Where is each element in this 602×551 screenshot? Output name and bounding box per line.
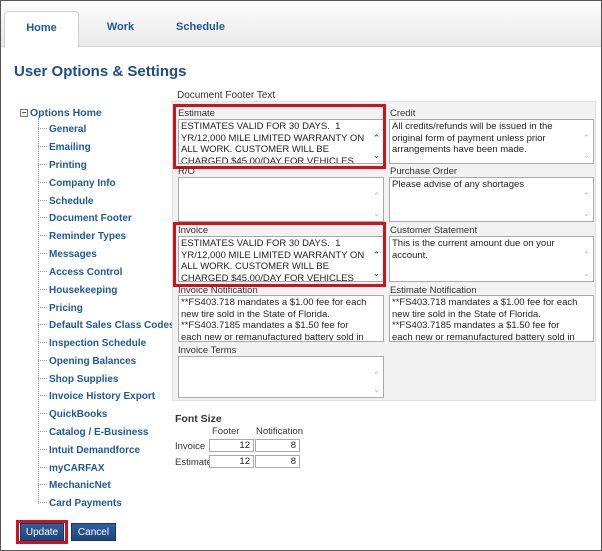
tab-bar: Home Work Schedule [1,1,601,48]
invoice-notification-text: **FS403.718 mandates a $1.00 fee for eac… [181,297,367,342]
font-size-notification-header: Notification [256,426,303,437]
tree-item-card-payments[interactable]: Card Payments [38,498,178,512]
invoice-terms-label: Invoice Terms [178,345,237,356]
tree-item-opening-balances[interactable]: Opening Balances [38,356,178,370]
tree-item-housekeeping[interactable]: Housekeeping [38,285,178,299]
tree-item-general[interactable]: General [38,124,178,138]
scroll-up-icon[interactable]: ⌃ [372,251,381,260]
tree-root-options-home[interactable]: − Options Home [20,107,102,119]
tree-item-mycarfax[interactable]: myCARFAX [38,463,178,477]
cancel-button[interactable]: Cancel [71,523,116,541]
credit-footer-text: All credits/refunds will be issued in th… [392,121,556,155]
scroll-up-icon[interactable]: ⌃ [582,134,591,143]
tree-item-intuit-demandforce[interactable]: Intuit Demandforce [38,445,178,459]
collapse-icon[interactable]: − [20,109,28,117]
document-footer-text-label: Document Footer Text [177,90,276,101]
tree-item-company-info[interactable]: Company Info [38,178,178,192]
scroll-up-icon[interactable]: ⌃ [372,134,381,143]
tree-item-printing[interactable]: Printing [38,160,178,174]
tree-item-invoice-history-export[interactable]: Invoice History Export [38,391,178,405]
invoice-notification-textarea[interactable]: **FS403.718 mandates a $1.00 fee for eac… [178,295,384,342]
scroll-down-icon[interactable]: ⌄ [582,209,591,218]
page-title: User Options & Settings [14,63,187,80]
credit-label: Credit [390,108,416,119]
tree-item-document-footer[interactable]: Document Footer [38,213,178,227]
purchase-order-label: Purchase Order [390,166,458,177]
scroll-up-icon[interactable]: ⌃ [372,371,381,380]
invoice-label: Invoice [178,225,209,236]
invoice-notification-font-size-input[interactable]: 8 [255,439,300,452]
scroll-down-icon[interactable]: ⌄ [372,269,381,278]
tree-root-label: Options Home [30,107,102,119]
tree-item-reminder-types[interactable]: Reminder Types [38,231,178,245]
tab-work[interactable]: Work [83,11,158,48]
scroll-down-icon[interactable]: ⌄ [582,151,591,160]
tree-item-pricing[interactable]: Pricing [38,303,178,317]
tree-item-emailing[interactable]: Emailing [38,142,178,156]
scroll-down-icon[interactable]: ⌄ [372,385,381,394]
tree-item-quickbooks[interactable]: QuickBooks [38,409,178,423]
estimate-notification-font-size-input[interactable]: 8 [255,455,300,468]
scroll-up-icon[interactable]: ⌃ [582,251,591,260]
ro-footer-textarea[interactable]: ⌃ ⌄ [178,177,384,222]
font-size-estimate-label: Estimate [175,457,212,468]
customer-statement-footer-text: This is the current amount due on your a… [392,238,558,261]
credit-footer-textarea[interactable]: All credits/refunds will be issued in th… [389,119,594,164]
purchase-order-footer-text: Please advise of any shortages [392,179,525,190]
update-button[interactable]: Update [20,523,64,541]
tab-home[interactable]: Home [4,11,79,48]
estimate-notification-text: **FS403.718 mandates a $1.00 fee for eac… [392,297,578,342]
ro-label: R/O [178,166,195,177]
scroll-down-icon[interactable]: ⌄ [582,269,591,278]
invoice-footer-text: ESTIMATES VALID FOR 30 DAYS. 1 YR/12,000… [181,238,365,282]
estimate-footer-text: ESTIMATES VALID FOR 30 DAYS. 1 YR/12,000… [181,121,365,164]
tree-item-messages[interactable]: Messages [38,249,178,263]
tree-item-access-control[interactable]: Access Control [38,267,178,281]
estimate-footer-textarea[interactable]: ESTIMATES VALID FOR 30 DAYS. 1 YR/12,000… [178,119,384,164]
tree-item-default-sales-class-codes[interactable]: Default Sales Class Codes [38,320,178,334]
customer-statement-footer-textarea[interactable]: This is the current amount due on your a… [389,236,594,282]
scroll-down-icon[interactable]: ⌄ [372,151,381,160]
customer-statement-label: Customer Statement [390,225,478,236]
tree-item-mechanicnet[interactable]: MechanicNet [38,480,178,494]
invoice-terms-textarea[interactable]: ⌃ ⌄ [178,356,384,398]
font-size-title: Font Size [175,413,222,425]
scroll-up-icon[interactable]: ⌃ [372,192,381,201]
font-size-invoice-label: Invoice [175,441,206,452]
tree-item-catalog-e-business[interactable]: Catalog / E-Business [38,427,178,441]
estimate-notification-textarea[interactable]: **FS403.718 mandates a $1.00 fee for eac… [389,295,594,342]
estimate-label: Estimate [178,108,215,119]
font-size-footer-header: Footer [212,426,240,437]
scroll-down-icon[interactable]: ⌄ [372,209,381,218]
tab-schedule[interactable]: Schedule [163,11,238,48]
tree-item-shop-supplies[interactable]: Shop Supplies [38,374,178,388]
invoice-footer-textarea[interactable]: ESTIMATES VALID FOR 30 DAYS. 1 YR/12,000… [178,236,384,282]
tree-item-schedule[interactable]: Schedule [38,196,178,210]
scroll-up-icon[interactable]: ⌃ [582,192,591,201]
purchase-order-footer-textarea[interactable]: Please advise of any shortages ⌃ ⌄ [389,177,594,222]
invoice-footer-font-size-input[interactable]: 12 [209,439,254,452]
tree-item-inspection-schedule[interactable]: Inspection Schedule [38,338,178,352]
estimate-footer-font-size-input[interactable]: 12 [209,455,254,468]
